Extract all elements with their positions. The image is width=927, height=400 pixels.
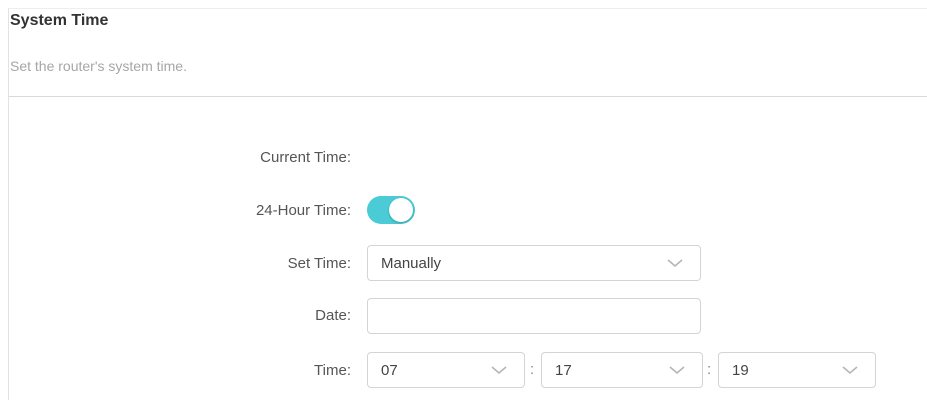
section-subtitle: Set the router's system time. [10,58,187,74]
time-separator: : [530,361,535,378]
time-separator: : [707,361,712,378]
minute-select[interactable]: 17 [541,352,703,388]
hour24-label: 24-Hour Time: [255,202,351,219]
set-time-select[interactable]: Manually [367,245,701,281]
set-time-label: Set Time: [287,255,351,272]
chevron-down-icon [842,366,858,375]
second-value: 19 [732,362,749,379]
date-label: Date: [315,307,351,324]
date-input[interactable] [367,298,701,334]
section-title: System Time [10,12,109,29]
hour-select[interactable]: 07 [367,352,525,388]
hour-value: 07 [381,362,398,379]
time-label: Time: [314,362,351,379]
current-time-label: Current Time: [260,149,351,166]
minute-value: 17 [555,362,572,379]
section-divider [9,96,927,97]
chevron-down-icon [491,366,507,375]
chevron-down-icon [669,366,685,375]
toggle-knob [389,198,413,222]
hour24-toggle[interactable] [367,196,415,224]
chevron-down-icon [667,259,683,268]
second-select[interactable]: 19 [718,352,876,388]
set-time-value: Manually [381,255,442,272]
